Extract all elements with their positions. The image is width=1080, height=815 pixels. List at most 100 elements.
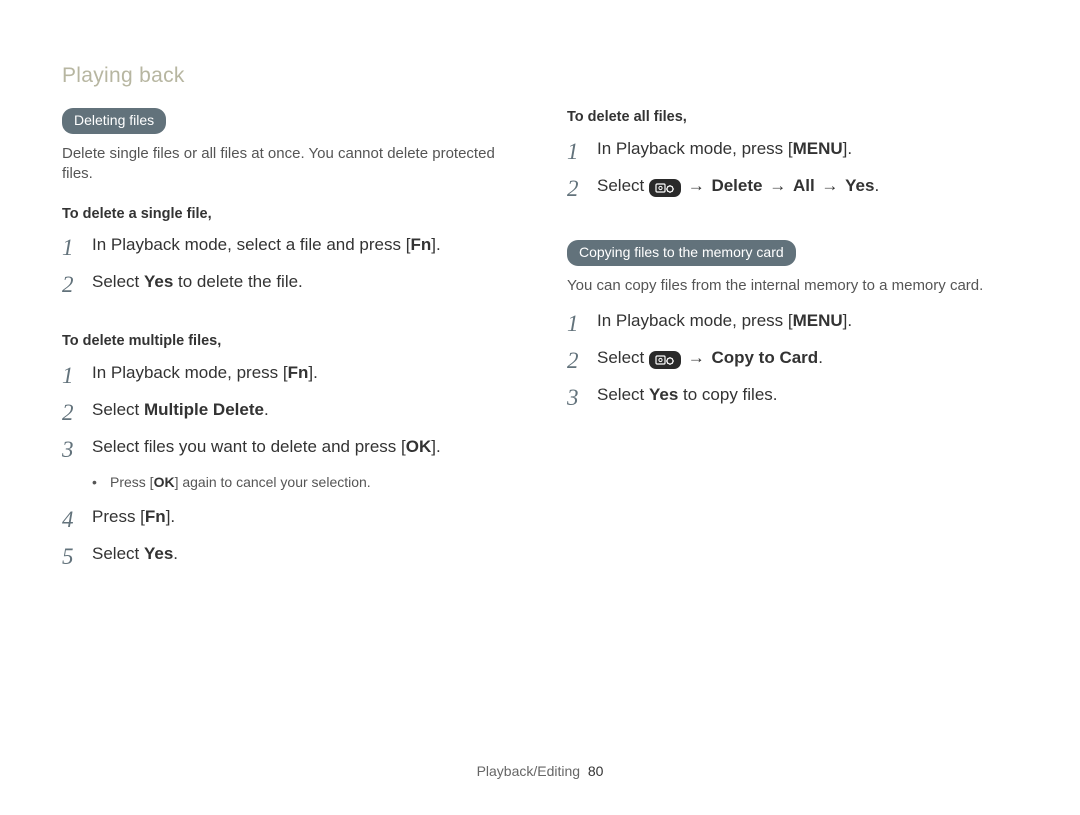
text: In Playback mode, press [ <box>597 139 793 158</box>
text: . <box>818 348 823 367</box>
subhead-delete-multiple: To delete multiple files, <box>62 332 515 352</box>
step-number: 1 <box>62 362 92 387</box>
key-ok: OK <box>406 437 432 456</box>
text: Press [ <box>92 507 145 526</box>
text: ]. <box>308 363 317 382</box>
step-number: 3 <box>567 384 597 409</box>
step-row: 1 In Playback mode, press [Fn]. <box>62 362 515 387</box>
text: ]. <box>843 311 852 330</box>
text: In Playback mode, press [ <box>597 311 793 330</box>
text: to delete the file. <box>173 272 302 291</box>
text: In Playback mode, press [ <box>92 363 288 382</box>
step-row: 2 Select → Copy to Card. <box>567 347 1020 372</box>
text: . <box>264 400 269 419</box>
text: Select <box>92 400 144 419</box>
step-text: Select Yes. <box>92 543 515 566</box>
manual-page: Playing back Deleting files Delete singl… <box>0 0 1080 815</box>
text: ]. <box>431 437 440 456</box>
bold-delete: Delete <box>711 176 762 195</box>
arrow-icon: → <box>686 176 707 195</box>
step-number: 1 <box>567 310 597 335</box>
left-column: Deleting files Delete single files or al… <box>62 108 515 579</box>
text: Select files you want to delete and pres… <box>92 437 406 456</box>
text: Press [ <box>110 474 154 490</box>
subsection-pill-deleting: Deleting files <box>62 108 166 134</box>
text: Select <box>597 348 649 367</box>
step-text: Press [Fn]. <box>92 506 515 529</box>
bold-yes: Yes <box>144 272 173 291</box>
bold-yes: Yes <box>649 385 678 404</box>
text: In Playback mode, select a file and pres… <box>92 235 410 254</box>
key-fn: Fn <box>410 235 431 254</box>
text: Select <box>597 385 649 404</box>
subhead-delete-single: To delete a single file, <box>62 205 515 225</box>
settings-icon <box>649 179 681 197</box>
subhead-delete-all: To delete all files, <box>567 108 1020 128</box>
key-menu: MENU <box>793 311 843 330</box>
step-row: 3 Select Yes to copy files. <box>567 384 1020 409</box>
settings-icon <box>649 351 681 369</box>
step-row: 1 In Playback mode, press [MENU]. <box>567 138 1020 163</box>
text: ]. <box>166 507 175 526</box>
text: ]. <box>843 139 852 158</box>
copying-description: You can copy files from the internal mem… <box>567 276 1020 296</box>
step-number: 2 <box>62 399 92 424</box>
text: Select <box>92 544 144 563</box>
text: ]. <box>431 235 440 254</box>
text: . <box>173 544 178 563</box>
bold-yes: Yes <box>144 544 173 563</box>
step-text: In Playback mode, select a file and pres… <box>92 234 515 257</box>
page-number: 80 <box>588 763 604 779</box>
step-row: 1 In Playback mode, press [MENU]. <box>567 310 1020 335</box>
step-row: 1 In Playback mode, select a file and pr… <box>62 234 515 259</box>
step-text: In Playback mode, press [MENU]. <box>597 138 1020 161</box>
text: . <box>874 176 879 195</box>
step-number: 1 <box>567 138 597 163</box>
key-menu: MENU <box>793 139 843 158</box>
step-text: Select → Delete → All → Yes. <box>597 175 1020 198</box>
step-row: 2 Select Yes to delete the file. <box>62 271 515 296</box>
bold-all: All <box>793 176 815 195</box>
step-row: 5 Select Yes. <box>62 543 515 568</box>
step-row: 2 Select → Delete → All → Yes. <box>567 175 1020 200</box>
text: Select <box>597 176 649 195</box>
key-fn: Fn <box>145 507 166 526</box>
text: to copy files. <box>678 385 777 404</box>
subsection-pill-copying: Copying files to the memory card <box>567 240 796 266</box>
sub-bullet: Press [OK] again to cancel your selectio… <box>92 473 515 492</box>
step-text: Select Multiple Delete. <box>92 399 515 422</box>
step-number: 2 <box>62 271 92 296</box>
right-column: To delete all files, 1 In Playback mode,… <box>567 108 1020 579</box>
footer-section: Playback/Editing <box>477 763 581 779</box>
step-number: 5 <box>62 543 92 568</box>
step-row: 4 Press [Fn]. <box>62 506 515 531</box>
bold-yes: Yes <box>845 176 874 195</box>
bold-copy-to-card: Copy to Card <box>711 348 818 367</box>
step-text: Select Yes to copy files. <box>597 384 1020 407</box>
text: Select <box>92 272 144 291</box>
step-number: 1 <box>62 234 92 259</box>
step-text: In Playback mode, press [MENU]. <box>597 310 1020 333</box>
step-number: 4 <box>62 506 92 531</box>
step-row: 2 Select Multiple Delete. <box>62 399 515 424</box>
page-section-title: Playing back <box>62 62 1020 90</box>
deleting-description: Delete single files or all files at once… <box>62 144 515 185</box>
key-fn: Fn <box>288 363 309 382</box>
key-ok: OK <box>154 474 175 490</box>
bullet-text: Press [OK] again to cancel your selectio… <box>110 473 371 492</box>
step-row: 3 Select files you want to delete and pr… <box>62 436 515 461</box>
text: ] again to cancel your selection. <box>175 474 371 490</box>
arrow-icon: → <box>767 176 788 195</box>
step-text: Select Yes to delete the file. <box>92 271 515 294</box>
bold-multiple-delete: Multiple Delete <box>144 400 264 419</box>
page-footer: Playback/Editing 80 <box>0 762 1080 781</box>
step-number: 2 <box>567 175 597 200</box>
step-text: In Playback mode, press [Fn]. <box>92 362 515 385</box>
two-column-layout: Deleting files Delete single files or al… <box>62 108 1020 579</box>
step-text: Select files you want to delete and pres… <box>92 436 515 459</box>
step-number: 3 <box>62 436 92 461</box>
step-text: Select → Copy to Card. <box>597 347 1020 370</box>
arrow-icon: → <box>819 176 840 195</box>
arrow-icon: → <box>686 348 707 367</box>
step-number: 2 <box>567 347 597 372</box>
